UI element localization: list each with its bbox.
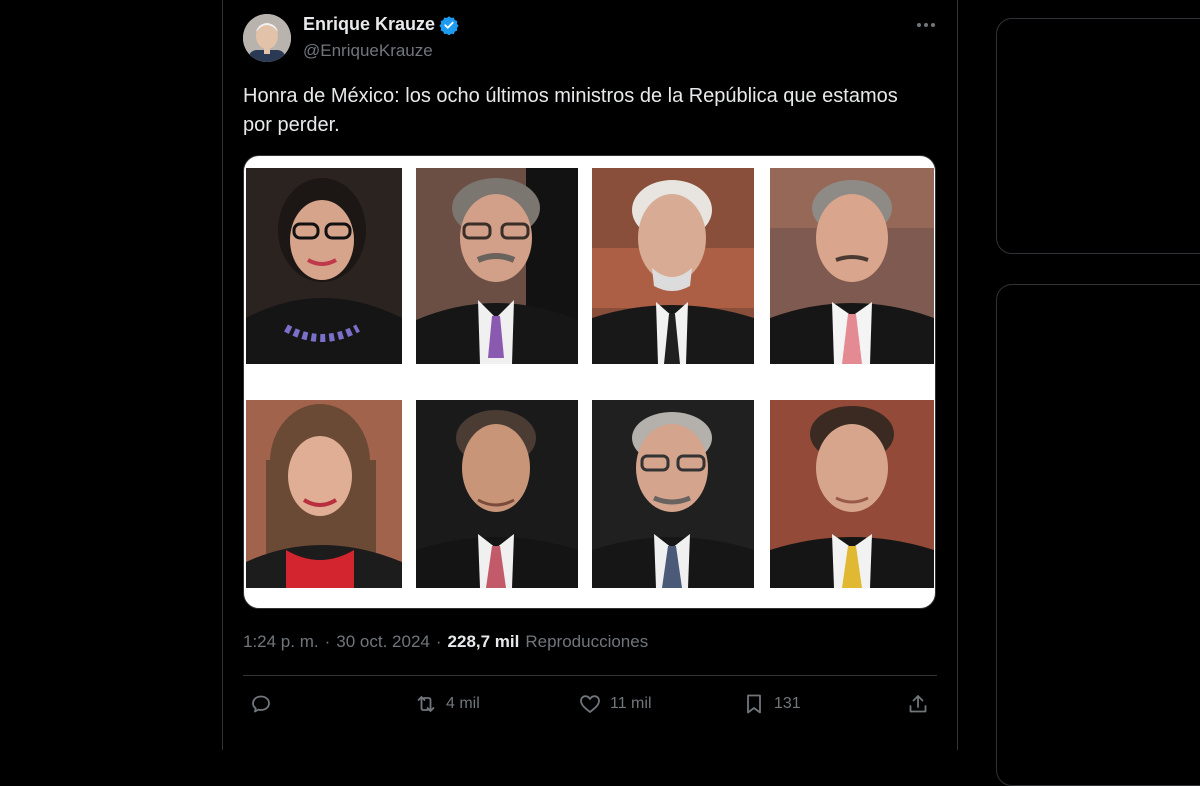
repost-count: 4 mil [446,695,480,712]
author-name[interactable]: Enrique Krauze [303,14,435,35]
author-name-row[interactable]: Enrique Krauze [303,14,459,35]
like-button[interactable]: 11 mil [578,692,652,716]
tweet-date[interactable]: 30 oct. 2024 [336,632,430,652]
tweet-meta: 1:24 p. m. · 30 oct. 2024 · 228,7 mil Re… [243,632,648,652]
bookmark-icon [747,694,761,714]
portrait-photo [416,400,578,588]
portrait-photo [246,168,402,364]
actions-divider [243,675,937,676]
portrait-photo [592,168,754,364]
repost-button[interactable]: 4 mil [414,692,480,716]
views-label: Reproducciones [525,632,649,651]
portrait-photo [416,168,578,364]
portrait-photo [246,400,402,588]
share-icon [909,695,927,713]
tweet-text: Honra de México: los ocho últimos minist… [243,85,898,136]
author-avatar[interactable] [243,14,291,62]
timeline-right-border [957,0,958,750]
portrait-photo [770,400,934,588]
tweet-time[interactable]: 1:24 p. m. [243,632,319,652]
reply-icon [252,695,270,713]
tweet-media-image[interactable] [243,155,936,609]
sidebar-card [996,284,1200,786]
repost-icon [417,696,435,712]
meta-separator: · [435,632,442,651]
author-handle[interactable]: @EnriqueKrauze [303,41,433,61]
timeline-left-border [222,0,223,750]
like-icon [580,695,600,713]
reply-button[interactable] [249,692,281,716]
like-count: 11 mil [610,695,652,712]
portrait-photo [770,168,934,364]
views-count: 228,7 mil [447,632,520,651]
more-options-icon[interactable] [914,16,938,34]
meta-separator: · [324,632,331,651]
sidebar-card [996,18,1200,254]
bookmark-count: 131 [774,695,801,712]
portrait-photo [592,400,754,588]
share-button[interactable] [906,692,930,716]
verified-badge-icon [439,15,459,35]
bookmark-button[interactable]: 131 [742,692,801,716]
